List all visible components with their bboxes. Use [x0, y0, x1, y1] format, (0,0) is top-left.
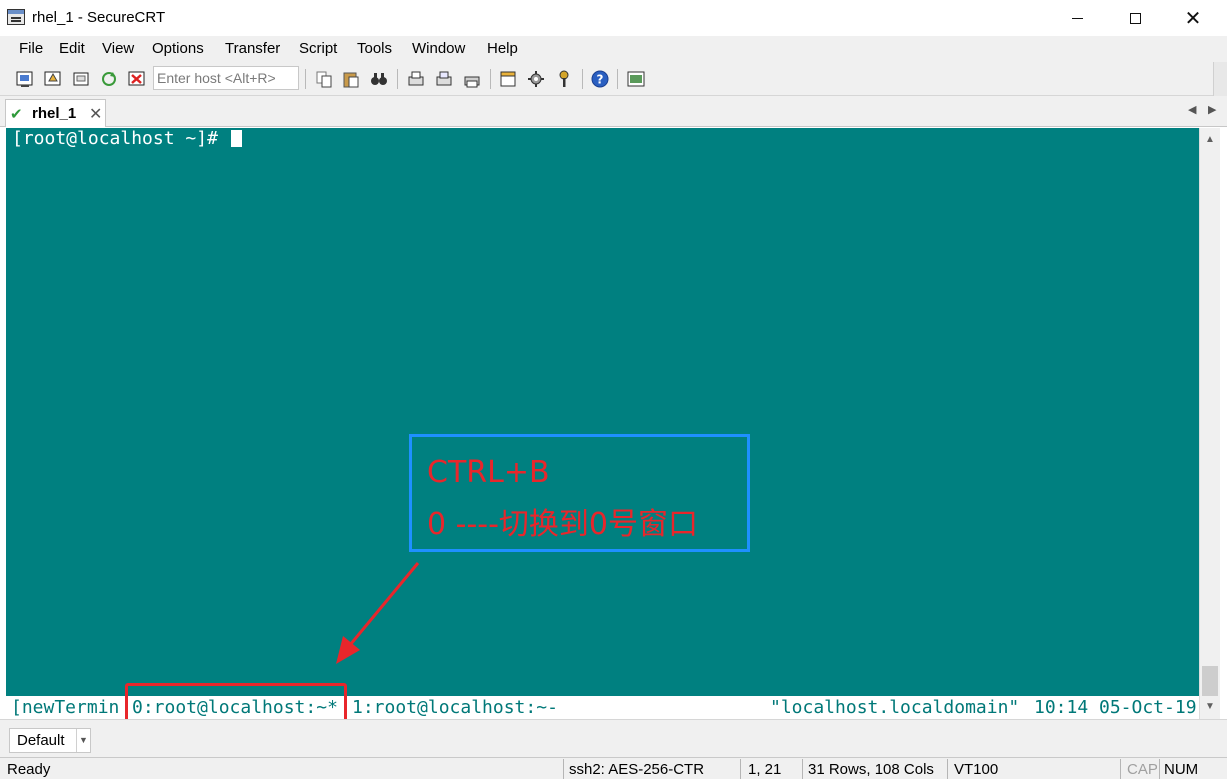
toolbar-separator	[305, 69, 306, 89]
tab-rhel-1[interactable]: ✔ rhel_1 ✕	[5, 99, 106, 127]
scroll-down-icon[interactable]: ▼	[1205, 701, 1215, 712]
connect-icon[interactable]	[15, 69, 35, 89]
shell-prompt: [root@localhost ~]#	[12, 128, 229, 149]
tab-label: rhel_1	[32, 105, 77, 122]
menu-help[interactable]: Help	[487, 40, 518, 57]
menu-edit[interactable]: Edit	[59, 40, 85, 57]
svg-text:?: ?	[597, 73, 604, 87]
toolbar-separator	[490, 69, 491, 89]
minimize-button[interactable]	[1048, 0, 1106, 36]
menu-view[interactable]: View	[102, 40, 134, 57]
tmux-window-1: 1:root@localhost:~-	[352, 697, 558, 718]
maximize-icon	[1129, 12, 1141, 24]
tmux-time: 10:14	[1034, 697, 1089, 718]
quick-connect-icon[interactable]	[43, 69, 63, 89]
session-bar: Default ▼	[0, 719, 1227, 757]
menu-bar: File Edit View Options Transfer Script T…	[0, 36, 1227, 62]
menu-script[interactable]: Script	[299, 40, 337, 57]
annotation-box: CTRL+B 0 ----切换到0号窗口	[409, 434, 750, 552]
tab-bar: ✔ rhel_1 ✕ ◀ ▶	[0, 96, 1227, 127]
toolbar-separator	[582, 69, 583, 89]
status-separator	[740, 759, 741, 779]
reconnect-icon[interactable]	[99, 69, 119, 89]
menu-transfer[interactable]: Transfer	[225, 40, 280, 57]
annotation-line-2: 0 ----切换到0号窗口	[427, 507, 699, 542]
close-button[interactable]: ✕	[1164, 0, 1222, 36]
status-separator	[563, 759, 564, 779]
tmux-date: 05-Oct-19	[1099, 697, 1197, 718]
find-icon[interactable]	[369, 69, 389, 89]
status-ready: Ready	[7, 761, 51, 778]
title-bar: rhel_1 - SecureCRT ✕	[0, 0, 1227, 36]
status-separator	[802, 759, 803, 779]
terminal-scrollbar[interactable]: ▲ ▼	[1199, 128, 1220, 719]
tmux-session-name: [newTermin	[11, 697, 120, 718]
status-emulation: VT100	[954, 761, 999, 778]
status-num-lock: NUM	[1164, 761, 1199, 778]
toolbar-scroll[interactable]	[1213, 62, 1227, 96]
tab-close-icon[interactable]: ✕	[89, 104, 102, 124]
status-separator	[1120, 759, 1121, 779]
printer-icon[interactable]	[462, 69, 482, 89]
enter-host-input[interactable]	[153, 66, 299, 90]
status-caps-lock: CAP	[1127, 761, 1158, 778]
sftp-icon[interactable]	[626, 69, 646, 89]
menu-file[interactable]: File	[19, 40, 43, 57]
close-icon: ✕	[1184, 7, 1202, 30]
help-icon[interactable]: ?	[590, 69, 610, 89]
toolbar-separator	[617, 69, 618, 89]
tab-scroll-left-icon[interactable]: ◀	[1188, 103, 1196, 116]
toolbar: ?	[0, 62, 1227, 96]
toolbar-separator	[397, 69, 398, 89]
status-bar: Ready ssh2: AES-256-CTR 1, 21 31 Rows, 1…	[0, 757, 1227, 779]
print-setup-icon[interactable]	[434, 69, 454, 89]
terminal-view[interactable]: [root@localhost ~]# [newTermin 0:root@lo…	[6, 128, 1199, 719]
scrollbar-thumb[interactable]	[1202, 666, 1218, 696]
status-cursor-position: 1, 21	[748, 761, 782, 778]
connected-check-icon: ✔	[10, 106, 23, 123]
global-options-icon[interactable]	[526, 69, 546, 89]
tmux-hostname: "localhost.localdomain"	[770, 697, 1020, 718]
annotation-line-1: CTRL+B	[427, 455, 550, 490]
status-terminal-size: 31 Rows, 108 Cols	[808, 761, 934, 778]
status-cipher: ssh2: AES-256-CTR	[569, 761, 705, 778]
session-selector[interactable]: Default ▼	[9, 728, 91, 753]
securecrt-app-icon	[7, 9, 25, 25]
status-separator	[947, 759, 948, 779]
connect-tab-icon[interactable]	[71, 69, 91, 89]
copy-icon[interactable]	[314, 69, 334, 89]
maximize-button[interactable]	[1106, 0, 1164, 36]
window-title: rhel_1 - SecureCRT	[32, 9, 166, 26]
disconnect-icon[interactable]	[127, 69, 147, 89]
menu-window[interactable]: Window	[412, 40, 465, 57]
session-selector-value: Default	[17, 732, 65, 749]
chevron-down-icon[interactable]: ▼	[76, 729, 90, 752]
print-icon[interactable]	[406, 69, 426, 89]
tab-scroll-right-icon[interactable]: ▶	[1208, 103, 1216, 116]
minimize-icon	[1071, 17, 1083, 19]
menu-tools[interactable]: Tools	[357, 40, 392, 57]
session-options-icon[interactable]	[498, 69, 518, 89]
scroll-up-icon[interactable]: ▲	[1205, 134, 1215, 145]
status-separator	[1159, 759, 1160, 779]
paste-icon[interactable]	[341, 69, 361, 89]
key-icon[interactable]	[554, 69, 574, 89]
menu-options[interactable]: Options	[152, 40, 204, 57]
terminal-cursor	[231, 130, 242, 147]
